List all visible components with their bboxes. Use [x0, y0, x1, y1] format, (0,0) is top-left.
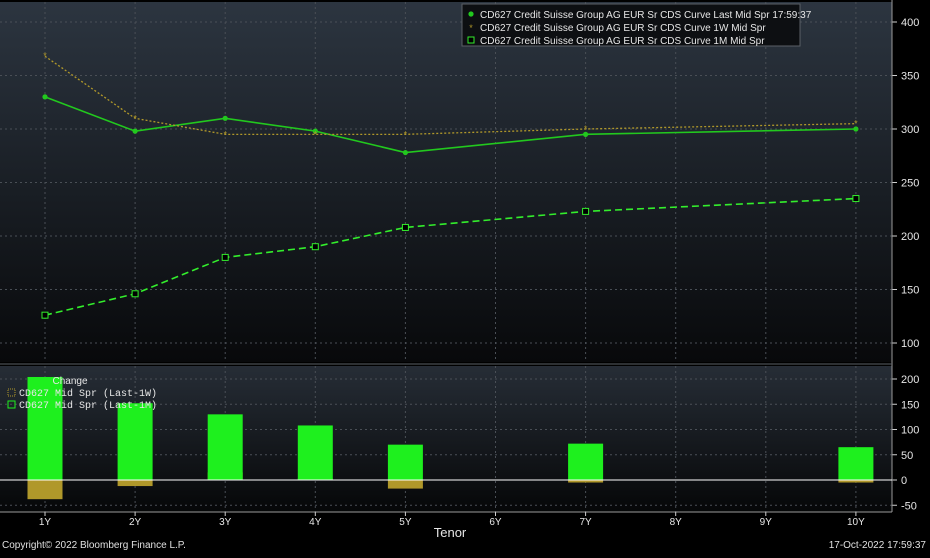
point-1w: *	[404, 129, 408, 139]
point-last	[132, 128, 138, 134]
x-axis-title: Tenor	[434, 525, 467, 540]
bottom-legend-label: CD627 Mid Spr (Last-1M)	[19, 400, 157, 412]
bottom-y-tick-label: 150	[901, 399, 919, 411]
bottom-y-tick-label: 50	[901, 450, 913, 462]
point-last	[42, 94, 48, 100]
top-y-tick-label: 200	[901, 231, 919, 243]
timestamp-text: 17-Oct-2022 17:59:37	[828, 540, 926, 551]
bar-last-1m	[117, 403, 153, 480]
bottom-y-tick-label: 100	[901, 425, 919, 437]
bar-last-1m	[568, 443, 604, 480]
bottom-y-tick-label: 200	[901, 374, 919, 386]
top-y-tick-label: 100	[901, 338, 919, 350]
bar-last-1w	[117, 480, 153, 487]
point-1m	[401, 223, 409, 231]
bottom-y-tick-label: 0	[901, 475, 907, 487]
legend-label: CD627 Credit Suisse Group AG EUR Sr CDS …	[480, 10, 812, 21]
point-1m	[41, 311, 49, 319]
x-tick-label: 8Y	[670, 517, 683, 528]
top-y-tick-label: 400	[901, 17, 919, 29]
x-tick-label: 9Y	[760, 517, 773, 528]
bar-last-1w	[27, 480, 63, 500]
x-tick-label: 6Y	[489, 517, 502, 528]
bar-last-1m	[207, 414, 243, 480]
legend-label: CD627 Credit Suisse Group AG EUR Sr CDS …	[480, 23, 766, 34]
top-y-tick-label: 250	[901, 178, 919, 190]
x-tick-label: 1Y	[39, 517, 52, 528]
point-1m	[852, 195, 860, 203]
bottom-legend-label: CD627 Mid Spr (Last-1W)	[19, 388, 157, 400]
bottom-y-tick-label: -50	[901, 500, 917, 512]
point-1m	[582, 207, 590, 215]
point-1w: *	[43, 51, 47, 61]
legend-marker-1m	[467, 36, 475, 44]
point-1w: *	[314, 129, 318, 139]
x-tick-label: 7Y	[579, 517, 592, 528]
x-tick-label: 2Y	[129, 517, 142, 528]
bottom-panel-title: Change	[52, 376, 87, 387]
point-last	[222, 115, 228, 121]
top-y-tick-label: 350	[901, 71, 919, 83]
bar-last-1m	[387, 444, 423, 480]
bar-last-1w	[387, 480, 423, 489]
legend-marker-1w: *	[469, 23, 473, 33]
cds-curve-chart: 100 150 200 250 300 350 400 -50 0 50 100 150 200 1Y 2Y…	[0, 0, 930, 553]
legend-label: CD627 Credit Suisse Group AG EUR Sr CDS …	[480, 36, 765, 47]
copyright-text: Copyright© 2022 Bloomberg Finance L.P.	[2, 540, 186, 551]
point-last	[402, 149, 408, 156]
chart-svg: 100 150 200 250 300 350 400 -50 0 50 100 150 200 1Y 2Y…	[0, 0, 930, 540]
x-tick-label: 4Y	[309, 517, 322, 528]
bar-last-1m	[838, 447, 874, 480]
legend-marker-last	[468, 11, 474, 17]
x-tick-label: 10Y	[847, 517, 865, 528]
point-1w: *	[223, 129, 227, 139]
bar-last-1m	[297, 425, 333, 480]
x-tick-label: 5Y	[399, 517, 412, 528]
point-1w: *	[133, 113, 137, 123]
point-1m	[311, 243, 319, 251]
point-1m	[221, 253, 229, 261]
x-tick-label: 3Y	[219, 517, 232, 528]
point-1w: *	[584, 124, 588, 134]
top-y-tick-label: 300	[901, 124, 919, 136]
point-1m	[131, 290, 139, 298]
top-y-tick-label: 150	[901, 285, 919, 297]
point-1w: *	[854, 119, 858, 129]
